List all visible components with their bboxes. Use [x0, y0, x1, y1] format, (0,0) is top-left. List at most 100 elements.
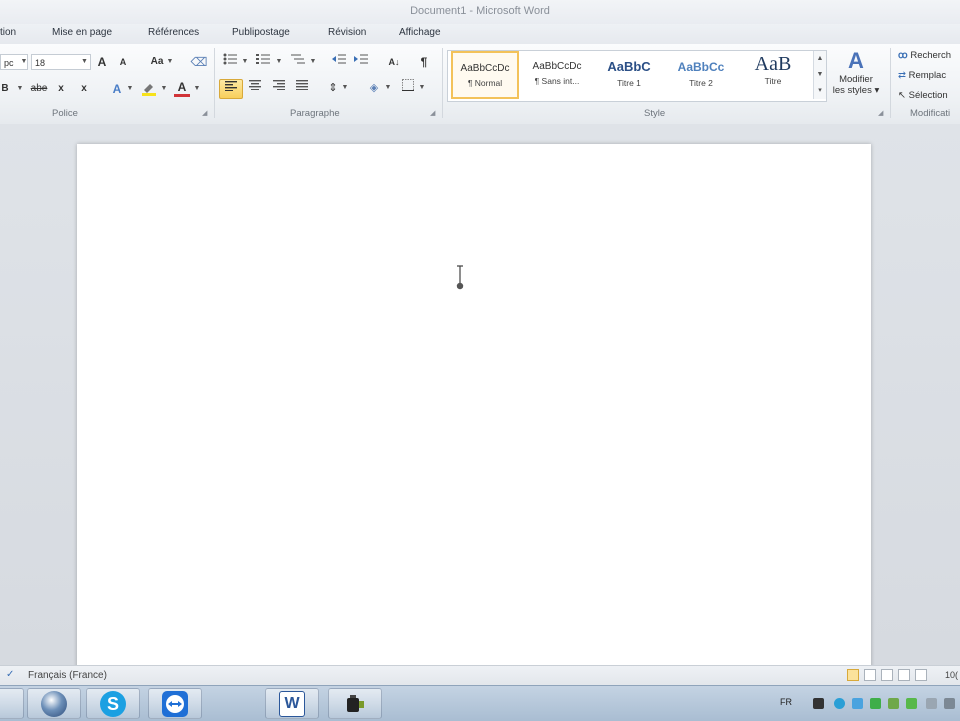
line-spacing-dropdown-icon[interactable]: ▼ — [341, 79, 349, 97]
shrink-font-icon[interactable]: A — [117, 53, 129, 71]
tab-revision[interactable]: Révision — [328, 27, 366, 38]
tray-app-icon[interactable] — [870, 698, 881, 709]
numbering-dropdown-icon[interactable]: ▼ — [275, 53, 283, 71]
text-effects-dropdown-icon[interactable]: ▼ — [126, 80, 134, 98]
tab-insertion[interactable]: tion — [0, 27, 16, 38]
style-sans-interligne[interactable]: AaBbCcDc ¶ Sans int... — [523, 51, 591, 99]
align-right-icon[interactable] — [270, 79, 288, 97]
police-launcher-icon[interactable]: ◢ — [202, 110, 209, 117]
borders-icon[interactable] — [400, 79, 416, 97]
modify-styles-button[interactable]: A Modifier les styles ▾ — [829, 48, 883, 106]
style-sample: AaBbCcDc — [460, 63, 510, 74]
text-effects-icon[interactable]: A — [110, 80, 124, 98]
select-cursor-icon: ↖ — [898, 90, 906, 101]
clear-formatting-icon[interactable]: ⌫ — [190, 53, 208, 71]
gallery-scroll: ▲ ▼ ▾ — [813, 51, 826, 99]
style-launcher-icon[interactable]: ◢ — [878, 110, 885, 117]
style-titre-1[interactable]: AaBbC Titre 1 — [595, 51, 663, 99]
gallery-more-icon[interactable]: ▾ — [814, 83, 826, 99]
grow-font-icon[interactable]: A — [95, 53, 109, 71]
find-label: Recherch — [910, 50, 951, 61]
taskbar: S W FR — [0, 685, 960, 721]
print-layout-view-icon[interactable] — [847, 669, 859, 681]
change-case-dropdown-icon[interactable]: ▼ — [166, 53, 174, 71]
shading-icon[interactable]: ◈ — [366, 79, 382, 97]
justify-icon[interactable] — [293, 79, 311, 97]
style-name: Titre 2 — [689, 78, 713, 88]
outline-view-icon[interactable] — [898, 669, 910, 681]
taskbar-button-camera[interactable] — [328, 688, 382, 719]
tab-references[interactable]: Références — [148, 27, 199, 38]
tray-shield-icon[interactable] — [813, 698, 824, 709]
group-label-police: Police — [52, 108, 78, 119]
tab-mise-en-page[interactable]: Mise en page — [52, 27, 112, 38]
select-label: Sélection — [908, 90, 948, 101]
tray-network-icon[interactable] — [852, 698, 863, 709]
tray-update-icon[interactable] — [906, 698, 917, 709]
change-case-icon[interactable]: Aa — [148, 53, 166, 71]
highlight-dropdown-icon[interactable]: ▼ — [160, 80, 168, 98]
tray-sync-icon[interactable] — [888, 698, 899, 709]
modify-styles-icon: A — [848, 48, 864, 73]
tray-arrow-icon[interactable] — [926, 698, 937, 709]
shading-dropdown-icon[interactable]: ▼ — [384, 79, 392, 97]
style-name: ¶ Normal — [467, 78, 503, 88]
zoom-level[interactable]: 10( — [945, 670, 958, 680]
taskbar-button-word[interactable]: W — [265, 688, 319, 719]
multilevel-list-icon[interactable] — [290, 53, 306, 71]
font-name-value: pc — [4, 58, 14, 68]
style-titre-2[interactable]: AaBbCc Titre 2 — [667, 51, 735, 99]
borders-dropdown-icon[interactable]: ▼ — [418, 79, 426, 97]
strikethrough-icon[interactable]: abe — [30, 80, 48, 98]
tray-volume-icon[interactable] — [944, 698, 955, 709]
font-name-dropdown-icon[interactable]: ▼ — [20, 53, 28, 71]
bullets-dropdown-icon[interactable]: ▼ — [241, 53, 249, 71]
media-player-icon — [41, 691, 67, 717]
gallery-down-icon[interactable]: ▼ — [814, 67, 826, 83]
tray-skype-icon[interactable] — [834, 698, 845, 709]
select-button[interactable]: ↖ Sélection — [898, 90, 948, 101]
replace-button[interactable]: ⇄ Remplac — [898, 70, 946, 81]
font-color-icon[interactable]: A — [174, 80, 190, 97]
tray-language[interactable]: FR — [780, 697, 792, 707]
align-center-icon[interactable] — [246, 79, 264, 97]
full-screen-view-icon[interactable] — [864, 669, 876, 681]
style-titre[interactable]: AaB Titre — [739, 51, 807, 99]
superscript-icon[interactable]: x — [78, 80, 90, 98]
taskbar-button-skype[interactable]: S — [86, 688, 140, 719]
decrease-indent-icon[interactable] — [331, 53, 347, 71]
style-sample: AaBbCcDc — [532, 61, 582, 72]
styles-gallery: AaBbCcDc ¶ Normal AaBbCcDc ¶ Sans int...… — [447, 50, 827, 102]
paragraphe-launcher-icon[interactable]: ◢ — [430, 110, 437, 117]
taskbar-button-start[interactable] — [0, 688, 24, 719]
bullets-icon[interactable] — [222, 53, 238, 71]
show-formatting-icon[interactable]: ¶ — [417, 53, 431, 71]
taskbar-button-teamviewer[interactable] — [148, 688, 202, 719]
bold-icon[interactable]: B — [0, 80, 10, 98]
tab-publipostage[interactable]: Publipostage — [232, 27, 290, 38]
gallery-up-icon[interactable]: ▲ — [814, 51, 826, 67]
sort-icon[interactable]: A↓ — [385, 53, 403, 71]
font-color-dropdown-icon[interactable]: ▼ — [193, 80, 201, 98]
style-normal[interactable]: AaBbCcDc ¶ Normal — [451, 51, 519, 99]
document-page[interactable] — [77, 144, 871, 674]
underline-dropdown-icon[interactable]: ▼ — [16, 80, 24, 98]
find-button[interactable]: ꝏ Recherch — [898, 50, 951, 61]
multilevel-dropdown-icon[interactable]: ▼ — [309, 53, 317, 71]
style-name: Titre — [764, 76, 782, 86]
subscript-icon[interactable]: x — [55, 80, 67, 98]
taskbar-button-media[interactable] — [27, 688, 81, 719]
font-size-dropdown-icon[interactable]: ▼ — [80, 53, 89, 71]
web-layout-view-icon[interactable] — [881, 669, 893, 681]
group-separator — [890, 48, 891, 118]
align-left-button[interactable] — [219, 79, 243, 99]
line-spacing-icon[interactable]: ⇕ — [325, 79, 341, 97]
highlight-icon[interactable] — [141, 80, 157, 98]
proofing-icon[interactable]: ✓ — [6, 669, 14, 680]
language-status[interactable]: Français (France) — [28, 670, 107, 681]
tab-affichage[interactable]: Affichage — [399, 27, 441, 38]
increase-indent-icon[interactable] — [353, 53, 369, 71]
draft-view-icon[interactable] — [915, 669, 927, 681]
modify-styles-label-1: Modifier — [839, 74, 873, 85]
numbering-icon[interactable] — [255, 53, 271, 71]
